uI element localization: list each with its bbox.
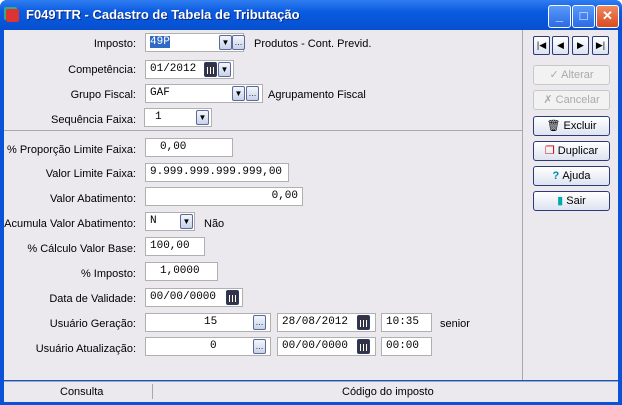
divider — [4, 130, 522, 131]
calculo-label: % Cálculo Valor Base: — [27, 243, 136, 255]
imposto-desc: Produtos - Cont. Previd. — [254, 38, 372, 50]
excluir-button[interactable]: 🗑 Excluir — [533, 116, 610, 136]
alterar-label: Alterar — [561, 69, 594, 81]
competencia-label: Competência: — [68, 64, 136, 76]
minimize-button[interactable]: _ — [548, 5, 571, 28]
sair-label: Sair — [566, 195, 586, 207]
last-record-button[interactable]: ▶| — [592, 36, 609, 55]
calendar-icon[interactable] — [226, 290, 239, 305]
geracao-desc: senior — [440, 318, 470, 330]
cancelar-button[interactable]: ✗ Cancelar — [533, 90, 610, 110]
limite-input[interactable]: 9.999.999.999.999,00 — [145, 163, 289, 182]
help-icon: ? — [552, 170, 563, 182]
dropdown-icon[interactable]: ▼ — [232, 86, 245, 101]
title-bar: F049TTR - Cadastro de Tabela de Tributaç… — [0, 0, 622, 30]
divider — [522, 30, 523, 380]
imposto-value: 49P — [150, 36, 170, 48]
grupo-desc: Agrupamento Fiscal — [268, 89, 366, 101]
dropdown-icon[interactable]: ▼ — [180, 214, 193, 229]
atualizacao-time-input[interactable]: 00:00 — [381, 337, 432, 356]
sair-button[interactable]: ▮ Sair — [533, 191, 610, 211]
excluir-label: Excluir — [563, 120, 597, 132]
ellipsis-icon[interactable]: … — [232, 35, 245, 50]
alterar-button[interactable]: ✓ Alterar — [533, 65, 610, 85]
geracao-label: Usuário Geração: — [49, 318, 136, 330]
close-button[interactable]: ✕ — [596, 5, 619, 28]
dropdown-icon[interactable]: ▼ — [219, 35, 232, 50]
duplicate-icon: ❐ — [544, 145, 558, 157]
app-icon — [6, 9, 19, 22]
limite-label: Valor Limite Faixa: — [45, 168, 136, 180]
calendar-icon[interactable] — [204, 62, 217, 77]
exit-icon: ▮ — [557, 195, 567, 207]
status-mode: Consulta — [60, 386, 104, 398]
geracao-time-input[interactable]: 10:35 — [381, 313, 432, 332]
abatimento-input[interactable]: 0,00 — [145, 187, 303, 206]
dropdown-icon[interactable]: ▼ — [218, 62, 231, 77]
trash-icon: 🗑 — [546, 120, 564, 132]
imposto-percent-input[interactable]: 1,0000 — [145, 262, 218, 281]
calculo-input[interactable]: 100,00 — [145, 237, 205, 256]
proporcao-label: % Proporção Limite Faixa: — [7, 144, 136, 156]
ajuda-label: Ajuda — [562, 170, 591, 182]
ellipsis-icon[interactable]: … — [253, 315, 266, 330]
dropdown-icon[interactable]: ▼ — [196, 110, 209, 125]
maximize-button[interactable]: □ — [572, 5, 595, 28]
prev-record-button[interactable]: ◀ — [552, 36, 569, 55]
status-hint: Código do imposto — [342, 386, 434, 398]
duplicar-label: Duplicar — [557, 145, 599, 157]
proporcao-input[interactable]: 0,00 — [145, 138, 233, 157]
duplicar-button[interactable]: ❐ Duplicar — [533, 141, 610, 161]
ajuda-button[interactable]: ? Ajuda — [533, 166, 610, 186]
cancelar-label: Cancelar — [555, 94, 600, 106]
sequencia-label: Sequência Faixa: — [51, 114, 136, 126]
ellipsis-icon[interactable]: … — [246, 86, 259, 101]
next-record-button[interactable]: ▶ — [572, 36, 589, 55]
imposto-percent-label: % Imposto: — [80, 268, 136, 280]
imposto-label: Imposto: — [93, 38, 136, 50]
status-bar: Consulta Código do imposto — [4, 381, 618, 402]
first-record-button[interactable]: |◀ — [533, 36, 550, 55]
divider — [152, 384, 153, 399]
x-icon: ✗ — [543, 94, 556, 106]
window-title: F049TTR - Cadastro de Tabela de Tributaç… — [26, 7, 300, 22]
grupo-label: Grupo Fiscal: — [70, 89, 136, 101]
atualizacao-label: Usuário Atualização: — [35, 343, 136, 355]
ellipsis-icon[interactable]: … — [253, 339, 266, 354]
calendar-icon[interactable] — [357, 315, 370, 330]
calendar-icon[interactable] — [357, 339, 370, 354]
check-icon: ✓ — [549, 69, 562, 81]
validade-label: Data de Validade: — [49, 293, 136, 305]
acumula-label: Acumula Valor Abatimento: — [4, 218, 136, 230]
abatimento-label: Valor Abatimento: — [49, 193, 136, 205]
acumula-desc: Não — [204, 218, 225, 230]
